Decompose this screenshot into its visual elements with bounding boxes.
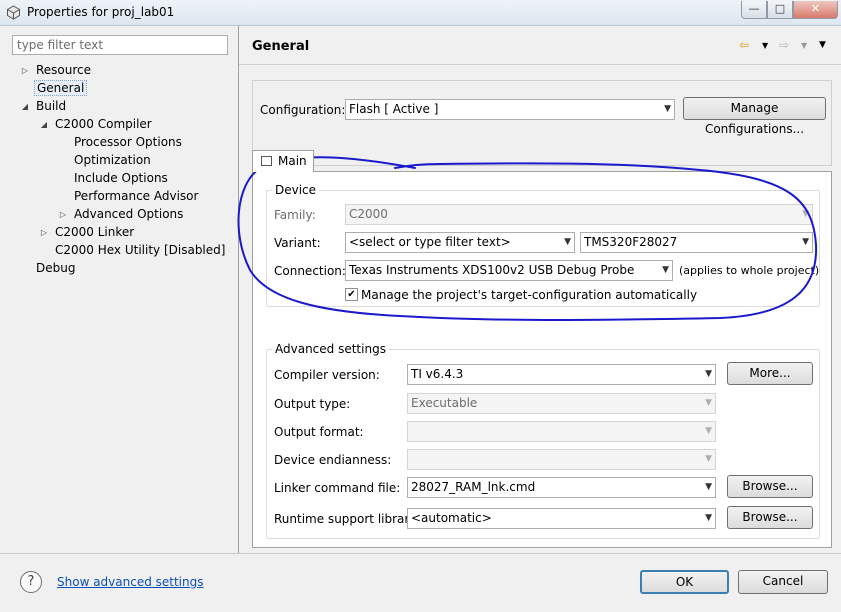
main-tab-icon: [261, 156, 272, 166]
main-tab-panel: Device Family: C2000 ▼ Variant: <select …: [252, 171, 832, 548]
dropdown-arrow-icon: ▼: [705, 426, 712, 436]
window-title: Properties for proj_lab01: [27, 5, 175, 19]
family-label: Family:: [274, 208, 316, 222]
minimize-button[interactable]: —: [741, 1, 767, 19]
help-icon[interactable]: ?: [20, 571, 42, 593]
tab-main[interactable]: Main: [252, 150, 314, 172]
variant-select[interactable]: TMS320F28027 ▼: [580, 232, 813, 253]
tree-item-optimization[interactable]: Optimization: [74, 152, 151, 169]
forward-menu-chevron-icon[interactable]: ▼: [801, 41, 807, 50]
configuration-bar: Configuration: Flash [ Active ] ▼ Manage…: [252, 80, 832, 166]
tree-item-c2000-compiler[interactable]: ◢ C2000 Compiler: [39, 116, 152, 133]
tree-item-performance-advisor[interactable]: Performance Advisor: [74, 188, 198, 205]
linker-command-file-label: Linker command file:: [274, 481, 401, 495]
device-endianness-select: ▼: [407, 449, 716, 470]
runtime-library-label: Runtime support library:: [274, 512, 420, 526]
connection-note: (applies to whole project): [679, 264, 820, 277]
expand-arrow-icon[interactable]: ▷: [39, 224, 49, 241]
tree-item-processor-options[interactable]: Processor Options: [74, 134, 182, 151]
tree-item-advanced-options[interactable]: ▷ Advanced Options: [58, 206, 183, 223]
output-type-label: Output type:: [274, 397, 351, 411]
advanced-settings-title: Advanced settings: [272, 342, 389, 356]
browse-runtime-button[interactable]: Browse...: [727, 506, 813, 529]
dropdown-arrow-icon: ▼: [705, 398, 712, 408]
close-button[interactable]: ✕: [793, 1, 838, 19]
output-type-select: Executable ▼: [407, 393, 716, 414]
tree-item-general[interactable]: General: [34, 80, 88, 97]
more-button[interactable]: More...: [727, 362, 813, 385]
tree-item-c2000-linker[interactable]: ▷ C2000 Linker: [39, 224, 134, 241]
dropdown-arrow-icon: ▼: [564, 237, 571, 247]
output-format-label: Output format:: [274, 425, 364, 439]
maximize-button[interactable]: □: [767, 1, 793, 19]
tree-item-build[interactable]: ◢ Build: [20, 98, 66, 115]
tree-item-c2000-hex-utility[interactable]: C2000 Hex Utility [Disabled]: [55, 242, 225, 259]
show-advanced-settings-link[interactable]: Show advanced settings: [57, 575, 204, 589]
dropdown-arrow-icon: ▼: [705, 454, 712, 464]
back-menu-chevron-icon[interactable]: ▼: [762, 41, 768, 50]
configuration-select[interactable]: Flash [ Active ] ▼: [345, 99, 675, 120]
dropdown-arrow-icon: ▼: [664, 104, 671, 114]
configuration-label: Configuration:: [260, 103, 346, 117]
dropdown-arrow-icon: ▼: [802, 237, 809, 247]
device-endianness-label: Device endianness:: [274, 453, 392, 467]
family-select: C2000 ▼: [345, 204, 813, 225]
dropdown-arrow-icon: ▼: [705, 513, 712, 523]
tree-item-resource[interactable]: ▷ Resource: [20, 62, 91, 79]
ok-button[interactable]: OK: [640, 570, 729, 594]
expand-arrow-icon[interactable]: ▷: [58, 206, 68, 223]
device-group-title: Device: [272, 183, 320, 197]
dropdown-arrow-icon: ▼: [705, 369, 712, 379]
variant-filter-select[interactable]: <select or type filter text> ▼: [345, 232, 575, 253]
output-format-select: ▼: [407, 421, 716, 442]
tree-item-include-options[interactable]: Include Options: [74, 170, 168, 187]
forward-arrow-icon[interactable]: ⇨: [779, 38, 789, 52]
collapse-arrow-icon[interactable]: ◢: [20, 98, 30, 115]
connection-label: Connection:: [274, 264, 346, 278]
connection-select[interactable]: Texas Instruments XDS100v2 USB Debug Pro…: [345, 260, 673, 281]
filter-input[interactable]: [12, 35, 228, 55]
page-title: General: [252, 39, 310, 54]
dropdown-arrow-icon: ▼: [662, 265, 669, 275]
header-divider: [239, 64, 841, 65]
browse-linker-button[interactable]: Browse...: [727, 475, 813, 498]
dropdown-arrow-icon: ▼: [802, 209, 809, 219]
collapse-arrow-icon[interactable]: ◢: [39, 116, 49, 133]
view-menu-icon[interactable]: ▼: [819, 40, 826, 50]
variant-label: Variant:: [274, 236, 321, 250]
page-navigation: ⇦ ▼ ⇨ ▼ ▼: [739, 38, 834, 54]
manage-target-config-label: Manage the project's target-configuratio…: [361, 288, 698, 302]
runtime-library-select[interactable]: <automatic> ▼: [407, 508, 716, 529]
compiler-version-select[interactable]: TI v6.4.3 ▼: [407, 364, 716, 385]
app-icon: [7, 5, 20, 20]
properties-page: General ⇦ ▼ ⇨ ▼ ▼ Configuration: Flash […: [239, 26, 841, 553]
linker-command-file-select[interactable]: 28027_RAM_lnk.cmd ▼: [407, 477, 716, 498]
title-bar: Properties for proj_lab01 — □ ✕: [0, 0, 841, 26]
compiler-version-label: Compiler version:: [274, 368, 380, 382]
manage-configurations-button[interactable]: Manage Configurations...: [683, 97, 826, 136]
footer-divider: [0, 553, 841, 554]
dropdown-arrow-icon: ▼: [705, 482, 712, 492]
expand-arrow-icon[interactable]: ▷: [20, 62, 30, 79]
manage-target-config-checkbox[interactable]: ✔: [345, 288, 358, 301]
back-arrow-icon[interactable]: ⇦: [739, 38, 749, 52]
cancel-button[interactable]: Cancel: [738, 570, 828, 594]
properties-tree-pane: ▷ Resource General ◢ Build ◢ C2000 Compi…: [6, 32, 238, 552]
tree-item-debug[interactable]: Debug: [36, 260, 75, 277]
